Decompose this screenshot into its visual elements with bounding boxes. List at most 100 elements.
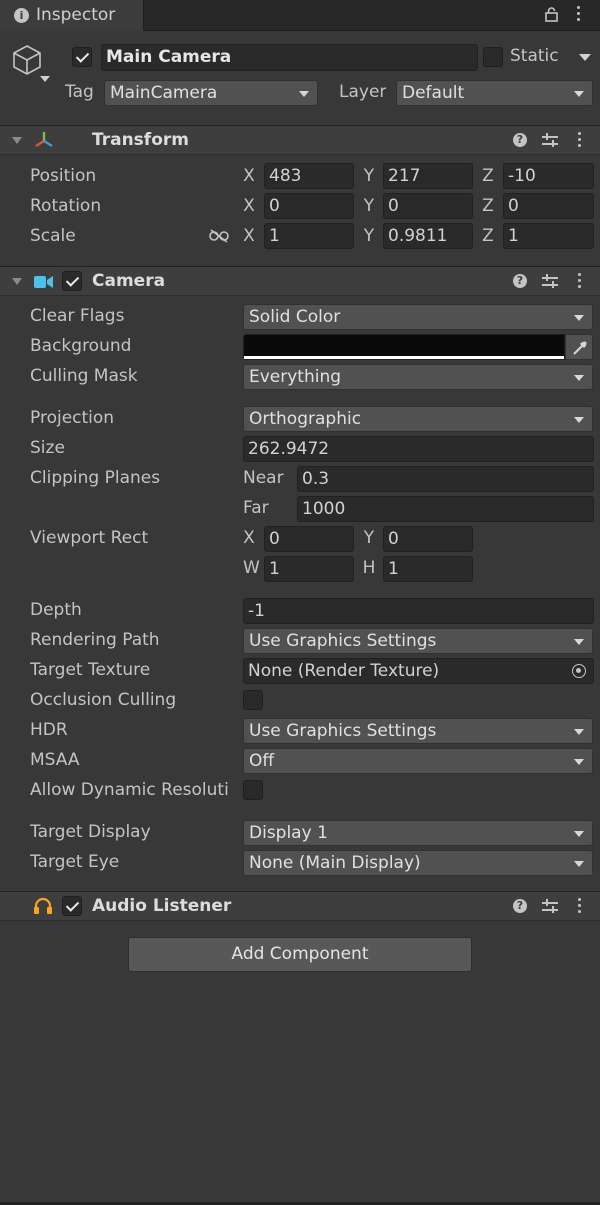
scale-y-field[interactable]: 0.9811 (383, 223, 473, 249)
rendering-path-dropdown[interactable]: Use Graphics Settings (243, 628, 593, 654)
presets-icon[interactable] (542, 274, 558, 288)
camera-header[interactable] (0, 266, 600, 296)
tab-menu-icon[interactable] (577, 6, 581, 24)
near-label[interactable]: Near (243, 468, 284, 488)
background-label: Background (30, 336, 132, 356)
gameobject-icon[interactable] (12, 44, 42, 81)
viewport-w-field[interactable]: 1 (264, 556, 354, 582)
near-field[interactable]: 0.3 (297, 466, 594, 492)
presets-icon[interactable] (542, 133, 558, 147)
viewport-x-field[interactable]: 0 (264, 526, 354, 552)
chevron-down-icon (574, 315, 584, 321)
scale-x-field[interactable]: 1 (264, 223, 354, 249)
occlusion-culling-checkbox[interactable] (243, 690, 263, 710)
audio-listener-title: Audio Listener (92, 896, 232, 916)
gameobject-name-field[interactable]: Main Camera (101, 44, 478, 71)
headphones-icon (33, 897, 53, 920)
eyedropper-icon (572, 340, 588, 361)
clear-flags-dropdown[interactable]: Solid Color (243, 304, 593, 330)
lock-icon[interactable] (545, 7, 558, 22)
static-dropdown-caret[interactable] (579, 54, 591, 61)
camera-icon (34, 274, 54, 294)
msaa-dropdown[interactable]: Off (243, 748, 593, 774)
target-eye-value: None (Main Display) (249, 853, 421, 873)
projection-dropdown[interactable]: Orthographic (243, 406, 593, 432)
context-menu-icon[interactable] (578, 273, 582, 291)
viewport-w-axis[interactable]: W (243, 558, 260, 578)
object-picker-icon[interactable] (572, 664, 586, 678)
active-checkbox[interactable] (72, 47, 92, 67)
dynamic-resolution-checkbox[interactable] (243, 780, 263, 800)
position-x-field[interactable]: 483 (264, 163, 354, 189)
chevron-down-icon (299, 91, 309, 97)
target-display-dropdown[interactable]: Display 1 (243, 820, 593, 846)
foldout-arrow-icon[interactable] (12, 278, 22, 285)
viewport-h-axis[interactable]: H (361, 558, 377, 578)
clear-flags-label: Clear Flags (30, 306, 125, 326)
size-label: Size (30, 438, 65, 458)
camera-enabled-checkbox[interactable] (62, 271, 82, 291)
icon-dropdown-caret[interactable] (40, 76, 50, 82)
culling-mask-value: Everything (249, 367, 342, 387)
scale-y-axis[interactable]: Y (361, 226, 377, 246)
audio-listener-enabled-checkbox[interactable] (62, 896, 82, 916)
viewport-y-axis[interactable]: Y (361, 528, 377, 548)
scale-z-axis[interactable]: Z (480, 226, 496, 246)
layer-label: Layer (339, 82, 387, 102)
transform-header[interactable] (0, 125, 600, 155)
rotation-label: Rotation (30, 196, 102, 216)
hdr-value: Use Graphics Settings (249, 721, 437, 741)
tag-dropdown[interactable]: MainCamera (104, 80, 318, 106)
context-menu-icon[interactable] (578, 132, 582, 150)
rotation-x-field[interactable]: 0 (264, 193, 354, 219)
position-y-axis[interactable]: Y (361, 166, 377, 186)
clear-flags-value: Solid Color (249, 307, 341, 327)
rotation-y-field[interactable]: 0 (383, 193, 473, 219)
viewport-y-field[interactable]: 0 (383, 526, 473, 552)
rotation-x-axis[interactable]: X (241, 196, 257, 216)
background-color-field[interactable] (243, 334, 565, 360)
tag-label: Tag (65, 82, 94, 102)
far-field[interactable]: 1000 (297, 496, 594, 522)
size-field[interactable]: 262.9472 (243, 436, 594, 462)
viewport-rect-label: Viewport Rect (30, 528, 149, 548)
help-icon[interactable]: ? (513, 133, 527, 147)
target-texture-value: None (Render Texture) (248, 661, 440, 681)
target-texture-field[interactable]: None (Render Texture) (243, 658, 594, 684)
add-component-button[interactable]: Add Component (128, 937, 472, 972)
scale-x-axis[interactable]: X (241, 226, 257, 246)
dynamic-resolution-label: Allow Dynamic Resoluti (30, 780, 229, 800)
camera-title: Camera (92, 271, 166, 291)
position-x-axis[interactable]: X (241, 166, 257, 186)
hdr-dropdown[interactable]: Use Graphics Settings (243, 718, 593, 744)
help-icon[interactable]: ? (513, 899, 527, 913)
eyedropper-button[interactable] (565, 334, 593, 360)
depth-field[interactable]: -1 (243, 598, 594, 624)
culling-mask-dropdown[interactable]: Everything (243, 364, 593, 390)
help-icon[interactable]: ? (513, 274, 527, 288)
static-checkbox[interactable] (483, 47, 503, 67)
context-menu-icon[interactable] (578, 898, 582, 916)
audio-listener-header[interactable] (0, 891, 600, 921)
projection-value: Orthographic (249, 409, 362, 429)
rotation-y-axis[interactable]: Y (361, 196, 377, 216)
far-label[interactable]: Far (243, 498, 269, 518)
chevron-down-icon (574, 861, 584, 867)
scale-z-field[interactable]: 1 (503, 223, 594, 249)
constrain-proportions-icon[interactable] (209, 228, 229, 248)
layer-dropdown[interactable]: Default (396, 80, 593, 106)
foldout-arrow-icon[interactable] (12, 137, 22, 144)
rendering-path-value: Use Graphics Settings (249, 631, 437, 651)
rotation-z-field[interactable]: 0 (503, 193, 594, 219)
transform-icon (33, 129, 55, 156)
position-z-field[interactable]: -10 (503, 163, 594, 189)
presets-icon[interactable] (542, 899, 558, 913)
depth-label: Depth (30, 600, 82, 620)
position-z-axis[interactable]: Z (480, 166, 496, 186)
rotation-z-axis[interactable]: Z (480, 196, 496, 216)
viewport-h-field[interactable]: 1 (383, 556, 473, 582)
position-y-field[interactable]: 217 (383, 163, 473, 189)
viewport-x-axis[interactable]: X (241, 528, 257, 548)
target-eye-dropdown[interactable]: None (Main Display) (243, 850, 593, 876)
tab-inspector[interactable]: i Inspector (0, 0, 144, 31)
